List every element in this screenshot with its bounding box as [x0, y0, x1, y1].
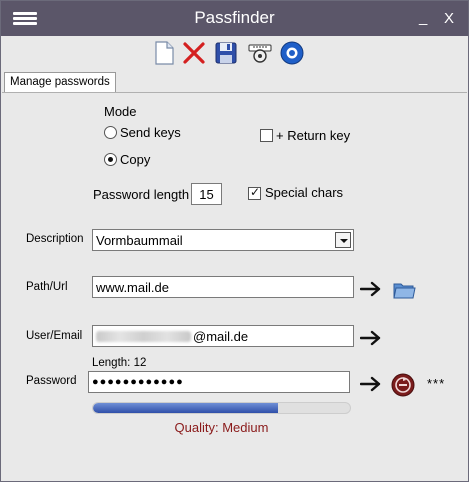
mode-heading: Mode: [104, 104, 137, 119]
password-length-indicator: Length: 12: [92, 357, 147, 369]
copy-radio[interactable]: [104, 153, 117, 166]
description-label: Description: [26, 233, 84, 245]
chevron-down-icon[interactable]: [335, 232, 351, 248]
app-window: Passfinder _ X Manage passwords Mode Sen…: [0, 0, 469, 482]
window-title: Passfinder: [194, 8, 275, 27]
description-value: Vormbaummail: [96, 233, 183, 248]
send-user-arrow-icon[interactable]: [359, 329, 382, 347]
copy-label: Copy: [120, 152, 151, 167]
special-chars-checkbox[interactable]: [248, 185, 261, 200]
browse-folder-icon[interactable]: [392, 278, 416, 300]
open-url-arrow-icon[interactable]: [359, 280, 382, 298]
redacted-username: [96, 331, 191, 342]
path-url-label: Path/Url: [26, 281, 68, 293]
quality-label: Quality: Medium: [174, 420, 269, 435]
new-file-icon[interactable]: [151, 40, 177, 66]
password-label: Password: [26, 375, 77, 387]
return-key-label: + Return key: [276, 128, 351, 143]
user-email-label: User/Email: [26, 330, 83, 342]
about-icon[interactable]: [279, 40, 305, 66]
return-key-checkbox[interactable]: [260, 129, 273, 142]
send-password-arrow-icon[interactable]: [359, 375, 382, 393]
tab-manage-passwords[interactable]: Manage passwords: [4, 72, 116, 93]
password-length-input[interactable]: 15: [191, 183, 222, 205]
show-password-toggle[interactable]: ***: [427, 376, 445, 391]
password-length-label: Password length: [93, 187, 190, 202]
password-quality-bar: [92, 402, 351, 414]
user-email-suffix: @mail.de: [193, 329, 249, 344]
password-input[interactable]: ●●●●●●●●●●●●: [88, 371, 350, 393]
delete-icon[interactable]: [181, 40, 207, 66]
password-quality-fill: [93, 403, 279, 413]
send-keys-radio[interactable]: [104, 126, 117, 139]
description-select[interactable]: Vormbaummail: [92, 229, 354, 251]
generate-password-icon[interactable]: [391, 373, 415, 397]
user-email-input[interactable]: @mail.de: [92, 325, 354, 347]
save-icon[interactable]: [213, 40, 239, 66]
title-bar: Passfinder _ X: [1, 1, 468, 36]
close-button[interactable]: X: [444, 10, 454, 27]
minimize-button[interactable]: _: [419, 9, 427, 26]
send-keys-label: Send keys: [120, 125, 181, 140]
toolbar: [1, 36, 468, 70]
special-chars-label: Special chars: [265, 185, 344, 200]
settings-icon[interactable]: [247, 40, 273, 66]
path-url-input[interactable]: www.mail.de: [92, 276, 354, 298]
